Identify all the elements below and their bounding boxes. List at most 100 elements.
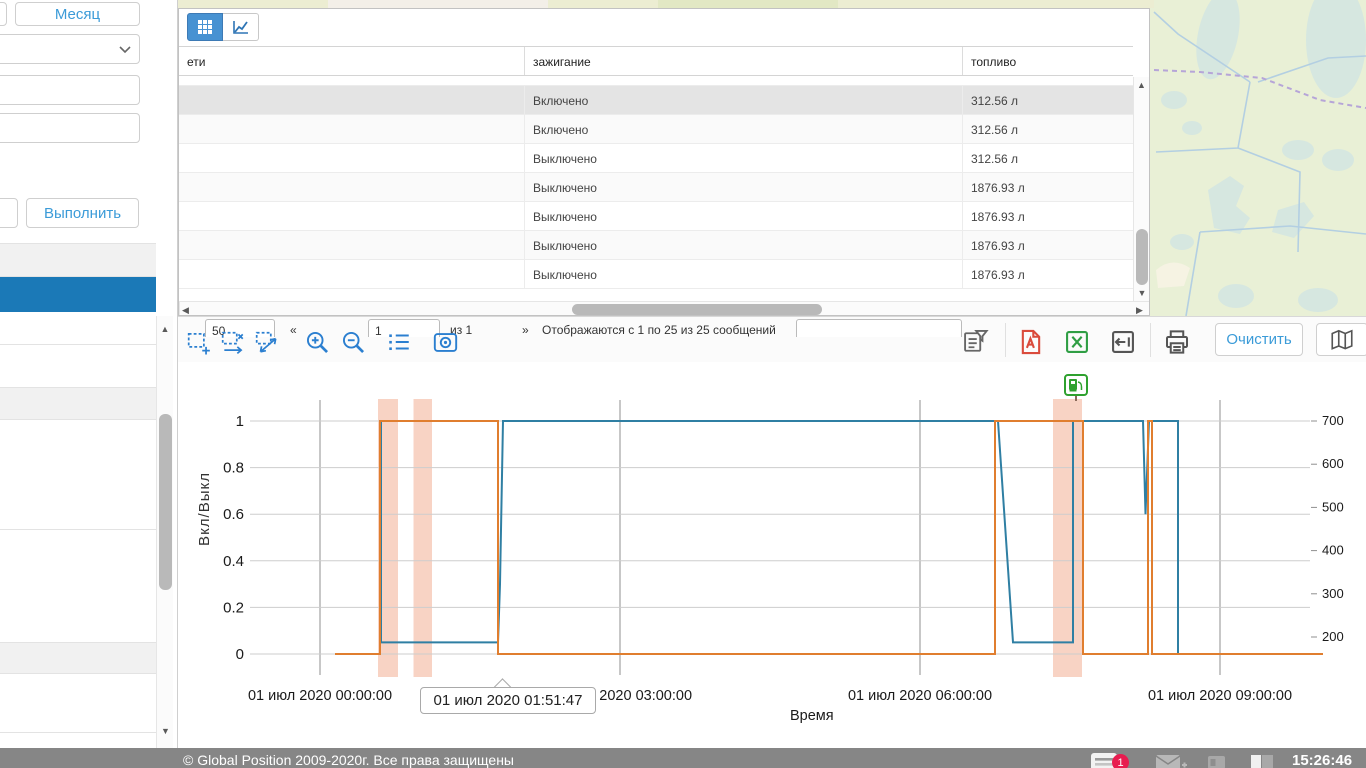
column-header-fuel[interactable]: топливо: [963, 47, 1133, 75]
table-cell: 1876.93 л: [963, 231, 1133, 259]
x-tick-label: 01 июл 2020 06:00:00: [848, 688, 992, 704]
x-axis-label: Время: [790, 708, 834, 724]
table-row[interactable]: Выключено1876.93 л: [179, 231, 1133, 260]
sidebar-scrollbar[interactable]: ▲ ▼: [156, 316, 173, 748]
snapshot-target-icon[interactable]: [430, 327, 460, 357]
zoom-x-axis-icon[interactable]: [218, 327, 248, 357]
table-hscrollbar[interactable]: ◀ ▶: [179, 301, 1149, 316]
chart-view-toggle[interactable]: [223, 13, 259, 41]
table-row[interactable]: Выключено1876.93 л: [179, 260, 1133, 289]
chart-line-icon: [232, 19, 250, 35]
table-cell: 1876.93 л: [963, 173, 1133, 201]
y-right-tick-label: 500: [1322, 499, 1344, 514]
print-icon[interactable]: [1162, 327, 1192, 357]
x-tick-label: 01 июл 2020 09:00:00: [1148, 688, 1292, 704]
filter-icon[interactable]: [960, 327, 990, 357]
sidebar-scroll-thumb[interactable]: [159, 414, 172, 590]
chevron-down-icon: [119, 46, 131, 54]
table-cell: Выключено: [525, 231, 963, 259]
table-vscrollbar[interactable]: ▲ ▼: [1133, 77, 1149, 302]
list-item[interactable]: [0, 643, 156, 674]
table-view-toggle[interactable]: [187, 13, 223, 41]
execute-button[interactable]: Выполнить: [26, 198, 139, 228]
panel-icon[interactable]: [1207, 755, 1227, 768]
column-header-network[interactable]: ети: [179, 47, 525, 75]
scroll-down-icon[interactable]: ▼: [1134, 288, 1150, 298]
object-select[interactable]: [0, 34, 140, 64]
settings-list-icon[interactable]: [384, 327, 414, 357]
date-to-input[interactable]: [0, 113, 140, 143]
zoom-xy-icon[interactable]: [252, 327, 282, 357]
reset-button[interactable]: [0, 198, 18, 228]
export-pdf-icon[interactable]: [1016, 327, 1046, 357]
table-cell: [179, 173, 525, 201]
page-first-icon[interactable]: «: [290, 323, 297, 337]
signals-chart[interactable]: 01 июл 2020 00:00:0001 июл 2020 03:00:00…: [178, 362, 1366, 748]
table-body: Включено312.56 лВключено312.56 лВыключен…: [179, 76, 1133, 302]
table-cell: [179, 144, 525, 172]
highlight-band: [414, 399, 433, 677]
view-toggle-group: [187, 13, 259, 41]
fuel-station-icon[interactable]: [1064, 374, 1088, 396]
table-row-partial[interactable]: [179, 76, 1133, 86]
layout-icon[interactable]: [1250, 754, 1274, 768]
export-excel-icon[interactable]: [1062, 327, 1092, 357]
table-row[interactable]: Включено312.56 л: [179, 86, 1133, 115]
period-week-button[interactable]: [0, 2, 7, 26]
table-cell: [179, 202, 525, 230]
zoom-select-icon[interactable]: [184, 327, 214, 357]
table-hscroll-thumb[interactable]: [572, 304, 822, 315]
list-item[interactable]: [0, 243, 156, 277]
table-cell: Выключено: [525, 260, 963, 288]
scroll-left-icon[interactable]: ◀: [182, 305, 189, 316]
table-row[interactable]: Выключено1876.93 л: [179, 173, 1133, 202]
table-grid-icon: [197, 19, 213, 35]
scroll-up-icon[interactable]: ▲: [1134, 80, 1149, 90]
y-right-tick-label: 600: [1322, 456, 1344, 471]
list-item[interactable]: [0, 388, 156, 420]
chart-panel: 01 июл 2020 00:00:0001 июл 2020 03:00:00…: [178, 362, 1366, 748]
y-right-tick-label: 200: [1322, 629, 1344, 644]
chart-toolbar: 50 « 1 из 1 » Отображаются с 1 по 25 из …: [178, 316, 1366, 363]
list-item[interactable]: [0, 312, 156, 345]
table-cell: Выключено: [525, 202, 963, 230]
y-left-tick-label: 0.6: [223, 506, 244, 523]
chart-tooltip: 01 июл 2020 01:51:47: [420, 687, 596, 714]
period-month-button[interactable]: Месяц: [15, 2, 140, 26]
list-item-selected[interactable]: [0, 277, 156, 312]
y-right-tick-label: 300: [1322, 586, 1344, 601]
list-item[interactable]: [0, 530, 156, 643]
list-item[interactable]: [0, 674, 156, 733]
zoom-in-icon[interactable]: [302, 327, 332, 357]
table-cell: 1876.93 л: [963, 260, 1133, 288]
list-item[interactable]: [0, 420, 156, 530]
table-cell: [179, 115, 525, 143]
clear-button[interactable]: Очистить: [1215, 323, 1303, 356]
column-header-ignition[interactable]: зажигание: [525, 47, 963, 75]
scroll-up-icon[interactable]: ▲: [157, 324, 173, 334]
sidebar-filter-panel: Месяц Выполнить ▲ ▼: [0, 0, 178, 748]
y-left-tick-label: 0.4: [223, 553, 244, 570]
table-vscroll-thumb[interactable]: [1136, 229, 1148, 285]
import-icon[interactable]: [1108, 327, 1138, 357]
map-icon: [1329, 328, 1355, 352]
table-cell: Включено: [525, 86, 963, 114]
highlight-band: [1053, 399, 1082, 677]
scroll-down-icon[interactable]: ▼: [157, 726, 174, 736]
notification-badge[interactable]: 1: [1112, 754, 1129, 768]
x-tick-label: 01 июл 2020 00:00:00: [248, 688, 392, 704]
page-last-icon[interactable]: »: [522, 323, 529, 337]
scroll-right-icon[interactable]: ▶: [1136, 305, 1143, 316]
list-item[interactable]: [0, 345, 156, 388]
list-item[interactable]: [0, 733, 156, 748]
status-bar: © Global Position 2009-2020г. Все права …: [0, 748, 1366, 768]
zoom-out-icon[interactable]: [338, 327, 368, 357]
y-left-tick-label: 0.8: [223, 460, 244, 477]
table-row[interactable]: Включено312.56 л: [179, 115, 1133, 144]
table-row[interactable]: Выключено1876.93 л: [179, 202, 1133, 231]
mail-icon[interactable]: [1155, 754, 1187, 768]
map-view-button[interactable]: [1316, 323, 1366, 356]
y-axis-label: Вкл/Выкл: [196, 472, 213, 546]
table-row[interactable]: Выключено312.56 л: [179, 144, 1133, 173]
date-from-input[interactable]: [0, 75, 140, 105]
